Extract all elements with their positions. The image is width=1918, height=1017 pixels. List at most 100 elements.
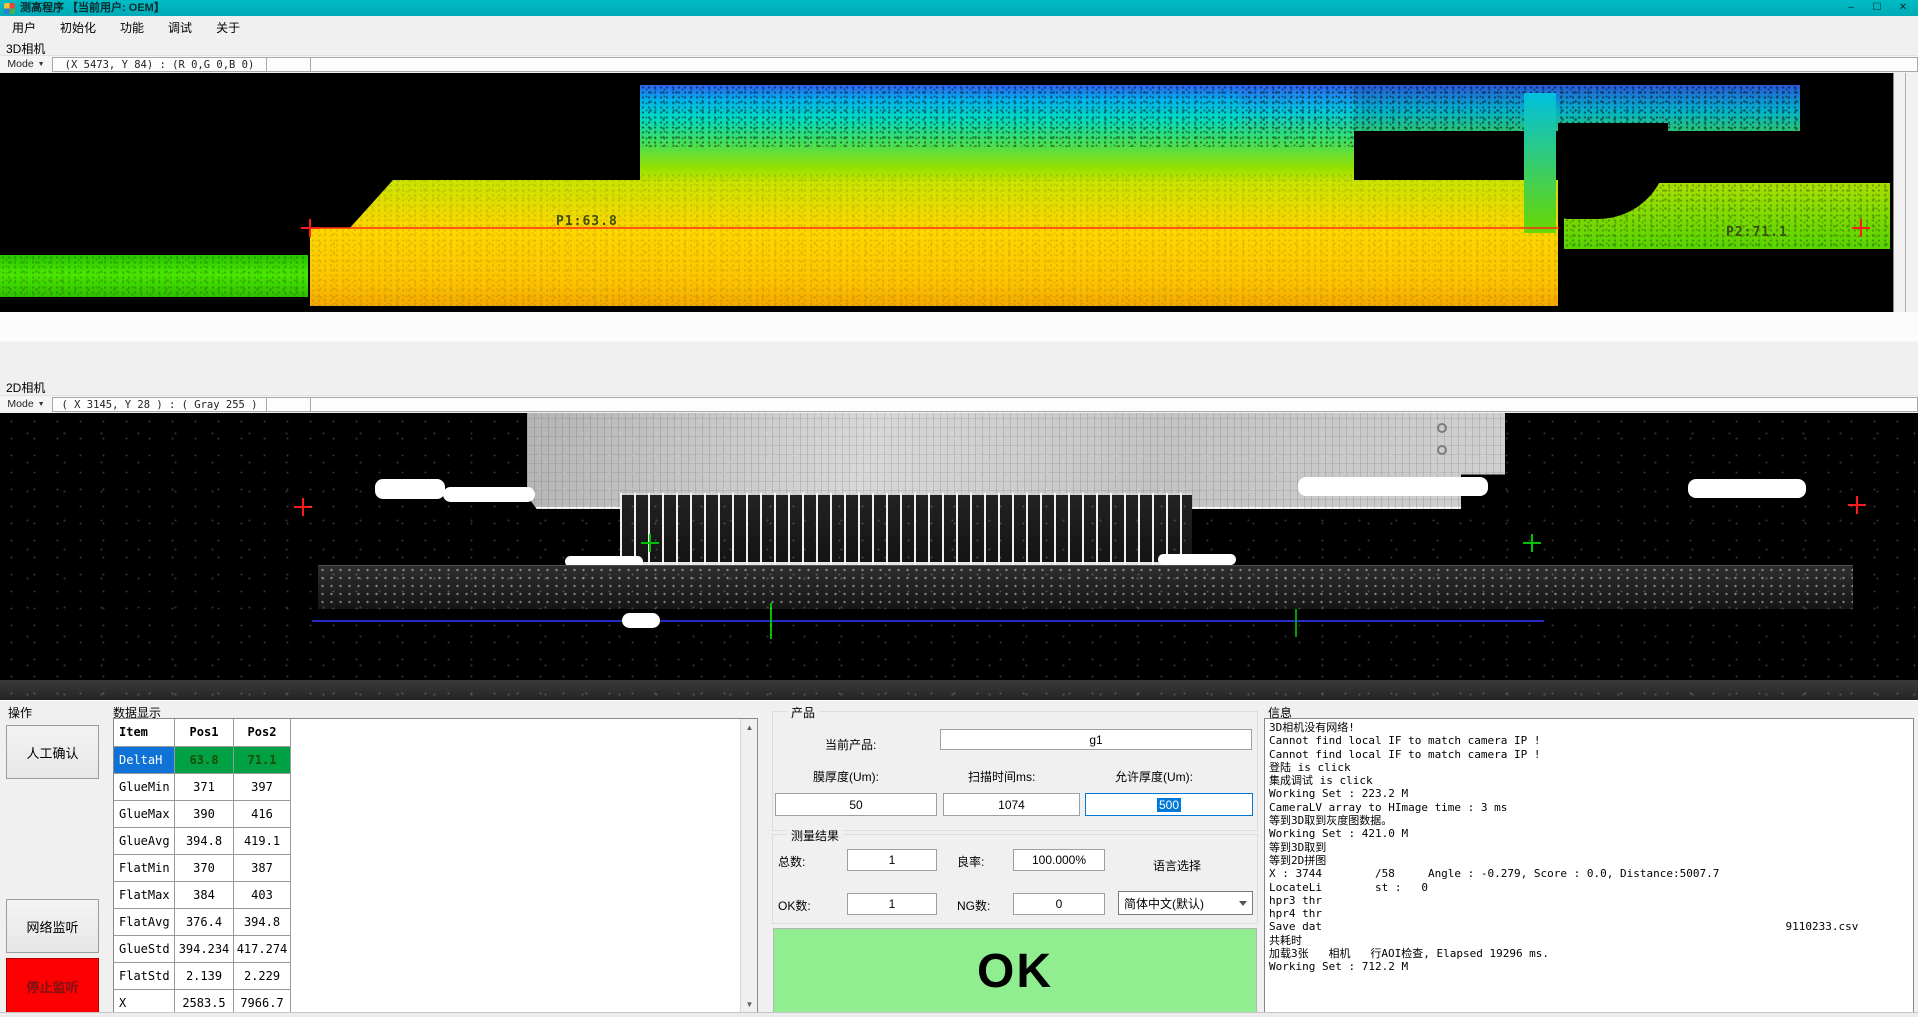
table-row[interactable]: FlatMax384403 [114, 882, 757, 909]
pointcloud-cyan-strip [1524, 93, 1556, 233]
log-line: 等到3D取到 [1269, 841, 1913, 854]
ok-count-field[interactable]: 1 [847, 893, 937, 915]
menu-item-debug[interactable]: 调试 [156, 16, 204, 39]
table-row[interactable]: GlueMin371397 [114, 774, 757, 801]
noise-overlay [1240, 85, 1800, 131]
selected-text: 500 [1157, 798, 1181, 812]
log-line: Working Set : 421.0 M [1269, 827, 1913, 840]
menu-item-about[interactable]: 关于 [204, 16, 252, 39]
log-line: CameraLV array to HImage time : 3 ms [1269, 801, 1913, 814]
minimize-icon[interactable]: – [1838, 0, 1864, 16]
language-combobox[interactable]: 简体中文(默认) [1118, 891, 1253, 915]
table-cell-pos1: 370 [175, 855, 234, 882]
language-select-label: 语言选择 [1153, 857, 1201, 874]
table-cell-pos2: 394.8 [234, 909, 291, 936]
ng-count-label: NG数: [957, 897, 990, 914]
noise-overlay [0, 255, 308, 297]
scan-time-field[interactable]: 1074 [943, 793, 1080, 816]
table-cell-pos2: 417.274 [234, 936, 291, 963]
measure-line-3d [310, 227, 1559, 229]
table-cell-pos2: 7966.7 [234, 990, 291, 1014]
table-header-item: Item [114, 719, 175, 747]
result-status-text: OK [977, 944, 1053, 999]
table-scrollbar[interactable]: ▲ ▼ [740, 719, 757, 1013]
table-row[interactable]: GlueAvg394.8419.1 [114, 828, 757, 855]
menubar: 用户 初始化 功能 调试 关于 [0, 16, 1918, 38]
table-header-row: Item Pos1 Pos2 [114, 719, 757, 747]
close-icon[interactable]: ✕ [1890, 0, 1916, 16]
table-cell-pos1: 371 [175, 774, 234, 801]
application-window: 测高程序 【当前用户: OEM】 – ☐ ✕ 用户 初始化 功能 调试 关于 3… [0, 0, 1918, 1017]
window-bottom-edge [0, 1012, 1918, 1017]
log-line: hpr3 thr [1269, 894, 1913, 907]
camera-3d-view[interactable]: P1:63.8 P2:71.1 [0, 73, 1918, 312]
table-cell-item: GlueAvg [114, 828, 175, 855]
pixel-coords-2d: ( X 3145, Y 28 ) : ( Gray 255 ) [52, 397, 267, 412]
table-cell-pos2: 416 [234, 801, 291, 828]
table-cell-pos1: 2.139 [175, 963, 234, 990]
film-thickness-label: 膜厚度(Um): [813, 768, 879, 785]
table-cell-pos2: 397 [234, 774, 291, 801]
toolbar-box-empty [311, 397, 1918, 412]
window-title: 测高程序 【当前用户: OEM】 [20, 0, 165, 16]
menu-item-init[interactable]: 初始化 [48, 16, 108, 39]
table-row[interactable]: FlatMin370387 [114, 855, 757, 882]
network-listen-button[interactable]: 网络监听 [6, 899, 99, 953]
ok-count-label: OK数: [778, 897, 811, 914]
mode-dropdown-2d[interactable]: Mode▼ [0, 396, 52, 412]
product-label: 产品 [787, 704, 819, 721]
yield-field[interactable]: 100.000% [1013, 849, 1105, 871]
log-line: hpr4 thr [1269, 907, 1913, 920]
table-cell-item: GlueMax [114, 801, 175, 828]
menu-item-function[interactable]: 功能 [108, 16, 156, 39]
language-combobox-value: 简体中文(默认) [1124, 895, 1204, 912]
menu-item-user[interactable]: 用户 [0, 16, 48, 39]
app-icon [4, 3, 15, 14]
total-field[interactable]: 1 [847, 849, 937, 871]
table-header-pos1: Pos1 [175, 719, 234, 747]
table-cell-pos2: 387 [234, 855, 291, 882]
camera-2d-view[interactable] [0, 413, 1918, 700]
table-cell-pos1: 63.8 [175, 747, 234, 774]
table-cell-item: FlatStd [114, 963, 175, 990]
table-cell-pos2: 2.229 [234, 963, 291, 990]
p1-measure-label: P1:63.8 [556, 214, 618, 229]
camera-2d-toolbar: Mode▼ ( X 3145, Y 28 ) : ( Gray 255 ) [0, 395, 1918, 412]
allowed-thickness-field[interactable]: 500 [1085, 793, 1253, 816]
table-body: DeltaH63.871.1GlueMin371397GlueMax390416… [114, 747, 757, 1014]
log-line: 登陆 is click [1269, 761, 1913, 774]
noise-overlay [310, 173, 1558, 306]
red-cross-right-3d [1852, 219, 1870, 237]
table-cell-pos1: 394.8 [175, 828, 234, 855]
table-row[interactable]: DeltaH63.871.1 [114, 747, 757, 774]
current-product-field[interactable]: g1 [940, 729, 1252, 750]
pixel-coords-3d: (X 5473, Y 84) : (R 0,G 0,B 0) [52, 57, 267, 72]
table-row[interactable]: GlueMax390416 [114, 801, 757, 828]
results-label: 测量结果 [787, 827, 843, 844]
log-line: 3D相机没有网络! [1269, 721, 1913, 734]
table-row[interactable]: GlueStd394.234417.274 [114, 936, 757, 963]
table-cell-item: FlatMax [114, 882, 175, 909]
camera-2d-label: 2D相机 [6, 379, 45, 396]
log-line: 共耗时 [1269, 934, 1913, 947]
camera-3d-toolbar: Mode▼ (X 5473, Y 84) : (R 0,G 0,B 0) [0, 55, 1918, 72]
table-row[interactable]: FlatAvg376.4394.8 [114, 909, 757, 936]
table-cell-item: X [114, 990, 175, 1014]
info-log[interactable]: 3D相机没有网络!Cannot find local IF to match c… [1264, 718, 1914, 1014]
log-line: Working Set : 712.2 M [1269, 960, 1913, 973]
stop-listen-button[interactable]: 停止监听 [6, 958, 99, 1014]
scroll-up-icon[interactable]: ▲ [741, 719, 758, 736]
scroll-down-icon[interactable]: ▼ [741, 996, 758, 1013]
table-cell-item: GlueStd [114, 936, 175, 963]
mode-dropdown-3d[interactable]: Mode▼ [0, 56, 52, 72]
result-status-panel: OK [773, 928, 1257, 1014]
table-row[interactable]: FlatStd2.1392.229 [114, 963, 757, 990]
log-line: Cannot find local IF to match camera IP … [1269, 734, 1913, 747]
scan-time-label: 扫描时间ms: [968, 768, 1035, 785]
ng-count-field[interactable]: 0 [1013, 893, 1105, 915]
log-line: 等到2D拼图 [1269, 854, 1913, 867]
table-row[interactable]: X2583.57966.7 [114, 990, 757, 1014]
film-thickness-field[interactable]: 50 [775, 793, 937, 816]
manual-confirm-button[interactable]: 人工确认 [6, 725, 99, 779]
maximize-icon[interactable]: ☐ [1864, 0, 1890, 16]
